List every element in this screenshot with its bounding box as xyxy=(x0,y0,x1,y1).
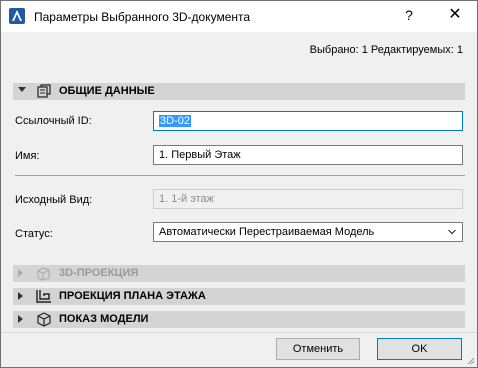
section-general-header[interactable]: ОБЩИЕ ДАННЫЕ xyxy=(13,83,465,100)
name-label: Имя: xyxy=(15,150,40,162)
section-divider xyxy=(15,175,465,176)
status-dropdown[interactable]: Автоматически Перестраиваемая Модель xyxy=(153,222,463,242)
name-field[interactable]: 1. Первый Этаж xyxy=(153,145,463,165)
footer-divider xyxy=(1,332,477,333)
ok-button[interactable]: OK xyxy=(377,338,462,360)
ref-id-label: Ссылочный ID: xyxy=(15,115,92,127)
section-floor-plan-header[interactable]: ПРОЕКЦИЯ ПЛАНА ЭТАЖА xyxy=(13,288,465,305)
name-value: 1. Первый Этаж xyxy=(159,149,241,161)
section-model-display-header[interactable]: ПОКАЗ МОДЕЛИ xyxy=(13,311,465,328)
status-value: Автоматически Перестраиваемая Модель xyxy=(159,226,375,238)
status-label: Статус: xyxy=(15,228,53,240)
title-bar: Параметры Выбранного 3D-документа ? ✕ xyxy=(1,1,477,32)
selection-count: Выбрано: 1 Редактируемых: 1 xyxy=(309,44,463,56)
section-3d-projection-header: 3D-ПРОЕКЦИЯ xyxy=(13,265,465,282)
chevron-down-icon xyxy=(448,229,456,235)
ref-id-field[interactable]: 3D-02 xyxy=(153,111,463,131)
window-title: Параметры Выбранного 3D-документа xyxy=(34,10,251,24)
help-button[interactable]: ? xyxy=(401,7,417,25)
archicad-icon xyxy=(9,8,25,24)
expand-arrow-icon xyxy=(18,315,23,323)
3d-projection-icon xyxy=(37,267,50,281)
source-view-label: Исходный Вид: xyxy=(15,194,93,206)
source-view-value: 1. 1-й этаж xyxy=(159,193,214,205)
model-cube-icon xyxy=(37,312,51,327)
cancel-button[interactable]: Отменить xyxy=(276,338,360,360)
collapse-arrow-icon xyxy=(18,87,26,92)
expand-arrow-icon xyxy=(18,292,23,300)
close-button[interactable]: ✕ xyxy=(445,5,465,25)
expand-arrow-icon xyxy=(18,269,23,277)
source-view-field: 1. 1-й этаж xyxy=(153,189,463,209)
section-3d-projection-label: 3D-ПРОЕКЦИЯ xyxy=(59,267,139,279)
section-model-display-label: ПОКАЗ МОДЕЛИ xyxy=(59,313,149,325)
floor-plan-icon xyxy=(36,290,51,303)
resize-grip-icon[interactable] xyxy=(465,355,475,365)
section-general-label: ОБЩИЕ ДАННЫЕ xyxy=(59,85,155,97)
section-floor-plan-label: ПРОЕКЦИЯ ПЛАНА ЭТАЖА xyxy=(59,290,206,302)
ref-id-value: 3D-02 xyxy=(159,115,191,127)
general-settings-icon xyxy=(37,84,51,98)
dialog-window: Параметры Выбранного 3D-документа ? ✕ Вы… xyxy=(0,0,478,368)
